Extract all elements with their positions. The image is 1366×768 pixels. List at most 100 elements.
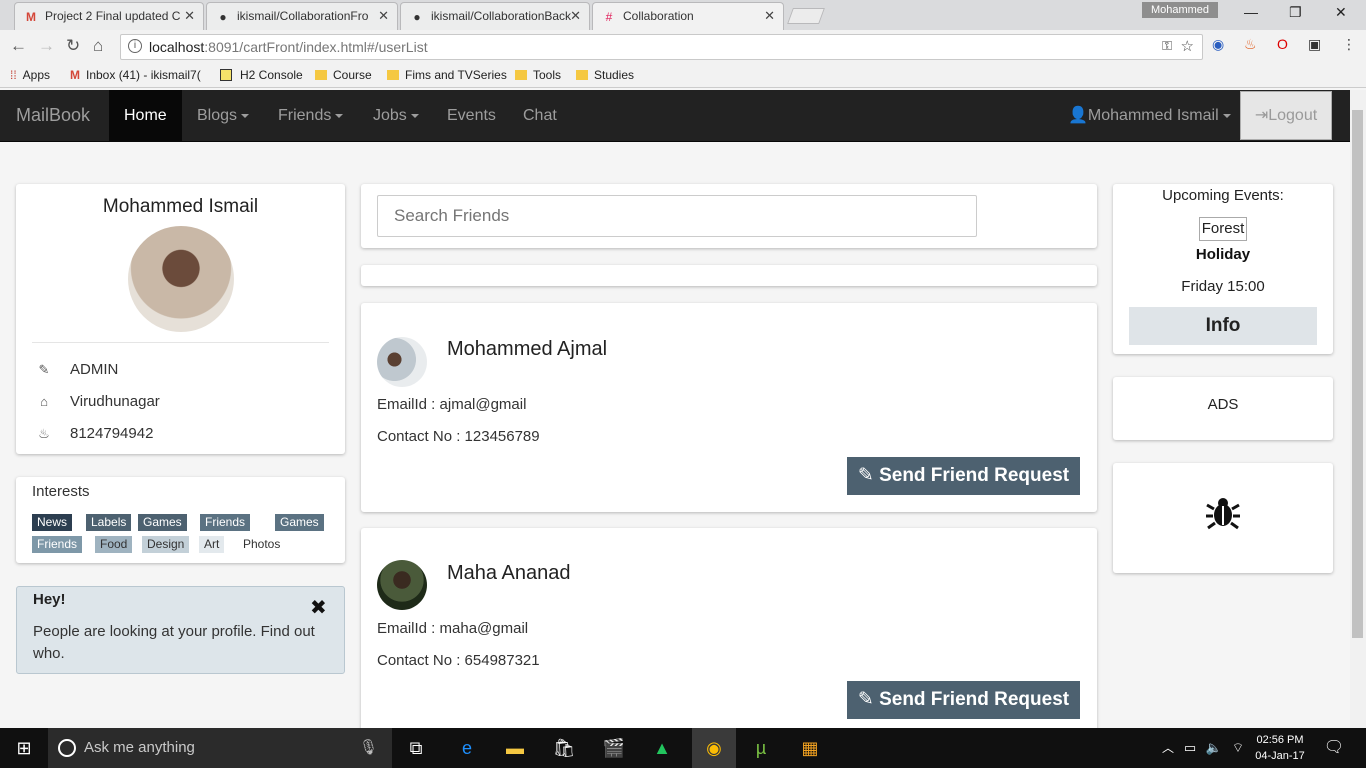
system-clock[interactable]: 02:56 PM 04-Jan-17 (1250, 732, 1310, 764)
profile-card: Mohammed Ismail ✎ ADMIN ⌂ Virudhunagar ♨ 81… (16, 184, 345, 454)
file-explorer-icon[interactable]: ▬ (503, 736, 527, 760)
scroll-thumb[interactable] (1352, 110, 1363, 638)
friend-email: EmailId : ajmal@gmail (377, 396, 527, 413)
folder-icon (387, 70, 399, 80)
extension-globe-icon[interactable]: ◉ (1212, 36, 1224, 53)
close-tab-icon[interactable]: ✕ (378, 8, 389, 24)
opera-icon[interactable]: O (1277, 36, 1288, 52)
store-icon[interactable]: 🛍 (552, 736, 576, 760)
bookmark-studies[interactable]: Studies (576, 68, 634, 82)
logout-button[interactable]: ⇥Logout (1240, 91, 1332, 140)
interest-tag[interactable]: Food (95, 536, 133, 553)
interest-tag[interactable]: Games (275, 514, 324, 531)
gmail-icon: M (26, 10, 36, 24)
pencil-icon: ✎ (38, 362, 50, 377)
chevron-up-icon[interactable]: ︿ (1156, 736, 1180, 760)
extension-box-icon[interactable]: ▣ (1308, 36, 1321, 53)
back-icon[interactable]: ← (10, 36, 27, 56)
interest-tag[interactable]: Friends (200, 514, 251, 531)
close-tab-icon[interactable]: ✕ (184, 8, 195, 24)
caret-down-icon (1222, 113, 1231, 118)
address-bar[interactable]: i localhost:8091/cartFront/index.html#/u… (120, 34, 1203, 60)
app-triangle-icon[interactable]: ▲ (650, 736, 674, 760)
volume-icon[interactable]: 🔈 (1202, 736, 1226, 760)
friend-contact: Contact No : 654987321 (377, 652, 540, 669)
windows-taskbar: ⊞ Ask me anything 🎙 ⧉ e ▬ 🛍 🎬 ▲ ◉ µ ▦ ︿ … (0, 728, 1366, 768)
info-icon[interactable]: i (128, 39, 142, 53)
event-name-bold: Holiday (1195, 246, 1251, 263)
brand-link[interactable]: MailBook (16, 90, 90, 141)
profile-name: Mohammed Ismail (102, 196, 259, 217)
interest-tag[interactable]: Photos (238, 536, 286, 553)
search-friends-input[interactable] (377, 195, 977, 237)
extension-flame-icon[interactable]: ♨ (1244, 36, 1257, 53)
folder-icon (315, 70, 327, 80)
bookmark-h2[interactable]: H2 Console (220, 68, 303, 82)
nav-friends[interactable]: Friends (278, 90, 344, 141)
key-icon[interactable]: ⚿ (1162, 38, 1172, 54)
empty-card (361, 265, 1097, 286)
browser-profile-chip[interactable]: Mohammed (1142, 2, 1218, 18)
interest-tag[interactable]: Design (142, 536, 190, 553)
nav-chat[interactable]: Chat (523, 90, 557, 141)
close-icon[interactable]: ✖ (310, 595, 327, 620)
close-tab-icon[interactable]: ✕ (764, 8, 775, 24)
interest-tag[interactable]: News (32, 514, 73, 531)
tab-gmail[interactable]: M Project 2 Final updated C ✕ (14, 2, 204, 30)
bookmark-inbox[interactable]: M Inbox (41) - ikismail7( (70, 68, 201, 82)
clapper-icon[interactable]: 🎬 (602, 736, 626, 760)
bug-card (1113, 463, 1333, 573)
send-friend-request-button[interactable]: ✎ Send Friend Request (847, 681, 1080, 719)
tab-github-front[interactable]: ● ikismail/CollaborationFro ✕ (206, 2, 398, 30)
nav-blogs[interactable]: Blogs (197, 90, 250, 141)
chrome-icon[interactable]: ◉ (692, 728, 736, 768)
wifi-icon[interactable]: ⌔ (1226, 736, 1250, 760)
star-icon[interactable]: ☆ (1181, 37, 1194, 55)
nav-user-menu[interactable]: 👤Mohammed Ismail (1068, 90, 1231, 141)
menu-icon[interactable]: ⋮ (1342, 36, 1356, 53)
restore-icon[interactable]: ❐ (1289, 4, 1302, 21)
bookmark-films[interactable]: Fims and TVSeries (387, 68, 507, 82)
profile-role-row: ✎ ADMIN (34, 361, 119, 378)
windows-start-icon[interactable]: ⊞ (12, 736, 36, 760)
interests-card: Interests News Labels Games Friends Games Fri… (16, 477, 345, 563)
close-window-icon[interactable]: ✕ (1335, 4, 1347, 21)
tab-collaboration[interactable]: # Collaboration ✕ (592, 2, 784, 30)
bookmark-apps[interactable]: ⁞⁞ Apps (10, 68, 50, 82)
page-scrollbar[interactable] (1350, 90, 1366, 728)
nav-home[interactable]: Home (109, 90, 182, 141)
event-time: Friday 15:00 (1181, 278, 1265, 295)
nav-jobs[interactable]: Jobs (373, 90, 419, 141)
game-icon[interactable]: ▦ (798, 736, 822, 760)
nav-events[interactable]: Events (447, 90, 496, 141)
send-friend-request-button[interactable]: ✎ Send Friend Request (847, 457, 1080, 495)
bookmark-course[interactable]: Course (315, 68, 372, 82)
minimize-icon[interactable]: — (1244, 4, 1258, 20)
profile-avatar (128, 226, 234, 332)
interest-tag[interactable]: Labels (86, 514, 132, 531)
site-navbar: MailBook Home Blogs Friends Jobs Events … (0, 90, 1350, 142)
forward-icon[interactable]: → (38, 36, 55, 56)
interest-tag[interactable]: Friends (32, 536, 83, 553)
edge-icon[interactable]: e (455, 736, 479, 760)
task-view-icon[interactable]: ⧉ (404, 736, 428, 760)
home-icon[interactable]: ⌂ (93, 36, 103, 56)
cortana-search[interactable]: Ask me anything 🎙 (48, 728, 392, 768)
interests-title: Interests (32, 483, 90, 500)
reload-icon[interactable]: ↻ (66, 36, 80, 56)
browser-tab-strip: M Project 2 Final updated C ✕ ● ikismail… (0, 0, 1366, 30)
utorrent-icon[interactable]: µ (749, 736, 773, 760)
notifications-icon[interactable]: 🗨 (1322, 736, 1346, 760)
event-info-button[interactable]: Info (1129, 307, 1317, 345)
tab-github-back[interactable]: ● ikismail/CollaborationBack ✕ (400, 2, 590, 30)
folder-icon (515, 70, 527, 80)
cake-icon: ♨ (38, 426, 50, 441)
microphone-icon[interactable]: 🎙 (359, 728, 378, 768)
new-tab-button[interactable] (787, 8, 825, 24)
interest-tag[interactable]: Art (199, 536, 225, 553)
interest-tag[interactable]: Games (138, 514, 187, 531)
tab-title: ikismail/CollaborationBack (431, 9, 572, 23)
bookmark-tools[interactable]: Tools (515, 68, 561, 82)
battery-icon[interactable]: ▭ (1178, 736, 1202, 760)
close-tab-icon[interactable]: ✕ (570, 8, 581, 24)
